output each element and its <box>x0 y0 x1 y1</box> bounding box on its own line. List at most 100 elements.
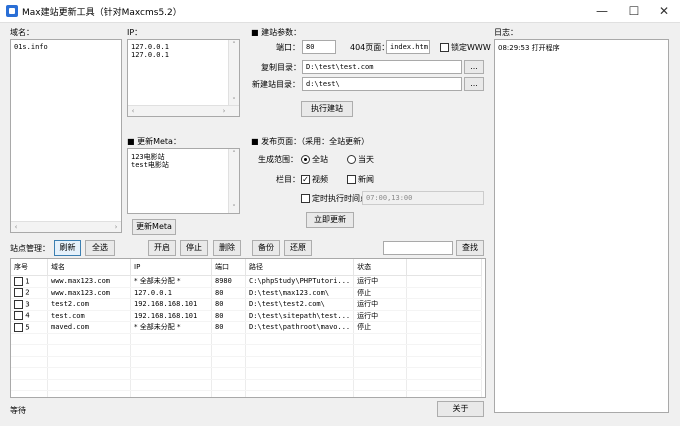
select-all-button[interactable]: 全选 <box>85 240 115 256</box>
row-port: 80 <box>211 310 246 322</box>
col-header[interactable]: 域名 <box>47 259 131 276</box>
ip-label: IP： <box>127 28 143 37</box>
status-text: 等待 <box>10 406 26 415</box>
backup-button[interactable]: 备份 <box>252 240 280 256</box>
domain-list[interactable]: 01s.info ‹ › <box>10 39 122 233</box>
scope-label: 生成范围： <box>258 155 298 164</box>
lock-www-checkbox[interactable] <box>440 43 449 52</box>
title-bar: Max建站更新工具（针对Maxcms5.2） — ☐ ✕ <box>0 0 680 23</box>
minimize-button[interactable]: — <box>586 0 618 22</box>
scope-day-radio[interactable] <box>347 155 356 164</box>
page404-label: 404页面： <box>350 43 390 52</box>
row-domain: test.com <box>47 310 131 322</box>
table-row[interactable]: 3 test2.com 192.168.168.101 80 D:\test\t… <box>11 298 483 311</box>
row-ip: * 全部未分配 * <box>130 275 212 288</box>
row-checkbox[interactable] <box>14 276 23 286</box>
table-empty-row <box>11 344 483 357</box>
port-input[interactable]: 80 <box>302 40 336 54</box>
copy-dir-input[interactable]: D:\test\test.com <box>302 60 462 74</box>
copy-dir-label: 复制目录： <box>261 63 301 72</box>
log-label: 日志： <box>494 28 518 37</box>
ip-hscrollbar[interactable]: ‹ › <box>128 105 239 116</box>
col-header[interactable]: IP <box>130 259 212 276</box>
row-port: 80 <box>211 321 246 334</box>
scroll-up-icon[interactable]: ˄ <box>229 40 239 50</box>
domain-hscrollbar[interactable]: ‹ › <box>11 221 121 232</box>
row-path: D:\test\test2.com\ <box>245 298 355 311</box>
meta-line: test电影站 <box>131 161 169 169</box>
column-label: 栏目： <box>276 175 300 184</box>
delete-button[interactable]: 删除 <box>213 240 241 256</box>
refresh-button[interactable]: 刷新 <box>54 240 81 256</box>
scroll-down-icon[interactable]: ˅ <box>229 203 239 213</box>
row-path: D:\test\sitepath\test... <box>245 310 355 322</box>
col-video-label: 视频 <box>312 175 328 184</box>
timer-input[interactable]: 07:00,13:00 <box>362 191 484 205</box>
about-button[interactable]: 关于 <box>437 401 484 417</box>
update-now-button[interactable]: 立即更新 <box>306 212 354 228</box>
row-domain: maved.com <box>47 321 131 334</box>
col-header[interactable]: 状态 <box>353 259 408 276</box>
col-header[interactable]: 路径 <box>245 259 355 276</box>
row-port: 80 <box>211 298 246 311</box>
port-label: 端口： <box>276 43 300 52</box>
table-empty-row <box>11 333 483 345</box>
stop-button[interactable]: 停止 <box>180 240 208 256</box>
new-dir-input[interactable]: d:\test\ <box>302 77 462 91</box>
close-button[interactable]: ✕ <box>648 0 680 22</box>
row-status: 停止 <box>353 321 408 334</box>
row-ip: 192.168.168.101 <box>130 310 212 322</box>
table-empty-row <box>11 390 483 397</box>
maximize-button[interactable]: ☐ <box>618 0 650 22</box>
table-row[interactable]: 1 www.max123.com * 全部未分配 * 8980 C:\phpSt… <box>11 275 483 288</box>
row-checkbox[interactable] <box>14 288 23 298</box>
restore-button[interactable]: 还原 <box>284 240 312 256</box>
search-input[interactable] <box>383 241 453 255</box>
update-meta-button[interactable]: 更新Meta <box>132 219 176 235</box>
table-row[interactable]: 2 www.max123.com 127.0.0.1 80 D:\test\ma… <box>11 287 483 299</box>
scroll-right-icon[interactable]: › <box>219 106 229 116</box>
row-checkbox[interactable] <box>14 299 23 309</box>
ip-item[interactable]: 127.0.0.1 <box>131 43 169 51</box>
col-video-checkbox[interactable]: ✓ <box>301 175 310 184</box>
start-button[interactable]: 开启 <box>148 240 176 256</box>
domain-item[interactable]: 01s.info <box>14 43 48 51</box>
build-params-label: ■ 建站参数： <box>251 28 302 37</box>
col-header[interactable]: 序号 <box>11 259 48 276</box>
ip-list[interactable]: 127.0.0.1 127.0.0.1 ˄ ˅ ‹ › <box>127 39 240 117</box>
scroll-up-icon[interactable]: ˄ <box>229 149 239 159</box>
site-grid: 序号 域名 IP 端口 路径 状态 1 www.max123.com * 全部未… <box>11 259 483 397</box>
timer-checkbox[interactable] <box>301 194 310 203</box>
row-domain: www.max123.com <box>47 275 131 288</box>
publish-label: ■ 发布页面：（采用：全站更新） <box>251 137 370 146</box>
new-dir-label: 新建站目录： <box>252 80 300 89</box>
meta-vscrollbar[interactable]: ˄ ˅ <box>228 149 239 213</box>
run-build-button[interactable]: 执行建站 <box>301 101 353 117</box>
ip-vscrollbar[interactable]: ˄ ˅ <box>228 40 239 106</box>
scope-all-radio[interactable] <box>301 155 310 164</box>
app-icon <box>6 5 18 17</box>
row-checkbox[interactable] <box>14 311 23 321</box>
page404-input[interactable]: index.htm <box>386 40 430 54</box>
log-panel[interactable]: 08:29:53 打开程序 <box>494 39 669 413</box>
scroll-right-icon[interactable]: › <box>111 222 121 232</box>
window-title: Max建站更新工具（针对Maxcms5.2） <box>22 8 182 18</box>
meta-textarea[interactable]: 123电影站 test电影站 ˄ ˅ <box>127 148 240 214</box>
row-checkbox[interactable] <box>14 322 23 332</box>
row-index: 1 <box>25 277 30 286</box>
table-row[interactable]: 5 maved.com * 全部未分配 * 80 D:\test\pathroo… <box>11 321 483 334</box>
ip-item[interactable]: 127.0.0.1 <box>131 51 169 59</box>
row-port: 8980 <box>211 275 246 288</box>
col-header-filler <box>406 259 483 276</box>
search-button[interactable]: 查找 <box>456 240 484 256</box>
col-header[interactable]: 端口 <box>211 259 246 276</box>
table-row[interactable]: 4 test.com 192.168.168.101 80 D:\test\si… <box>11 310 483 322</box>
site-mgmt-label: 站点管理： <box>10 244 50 253</box>
new-dir-browse-button[interactable]: ... <box>464 77 484 91</box>
row-path: D:\test\max123.com\ <box>245 287 355 299</box>
col-news-checkbox[interactable] <box>347 175 356 184</box>
scroll-left-icon[interactable]: ‹ <box>11 222 21 232</box>
copy-dir-browse-button[interactable]: ... <box>464 60 484 74</box>
scroll-left-icon[interactable]: ‹ <box>128 106 138 116</box>
row-domain: www.max123.com <box>47 287 131 299</box>
